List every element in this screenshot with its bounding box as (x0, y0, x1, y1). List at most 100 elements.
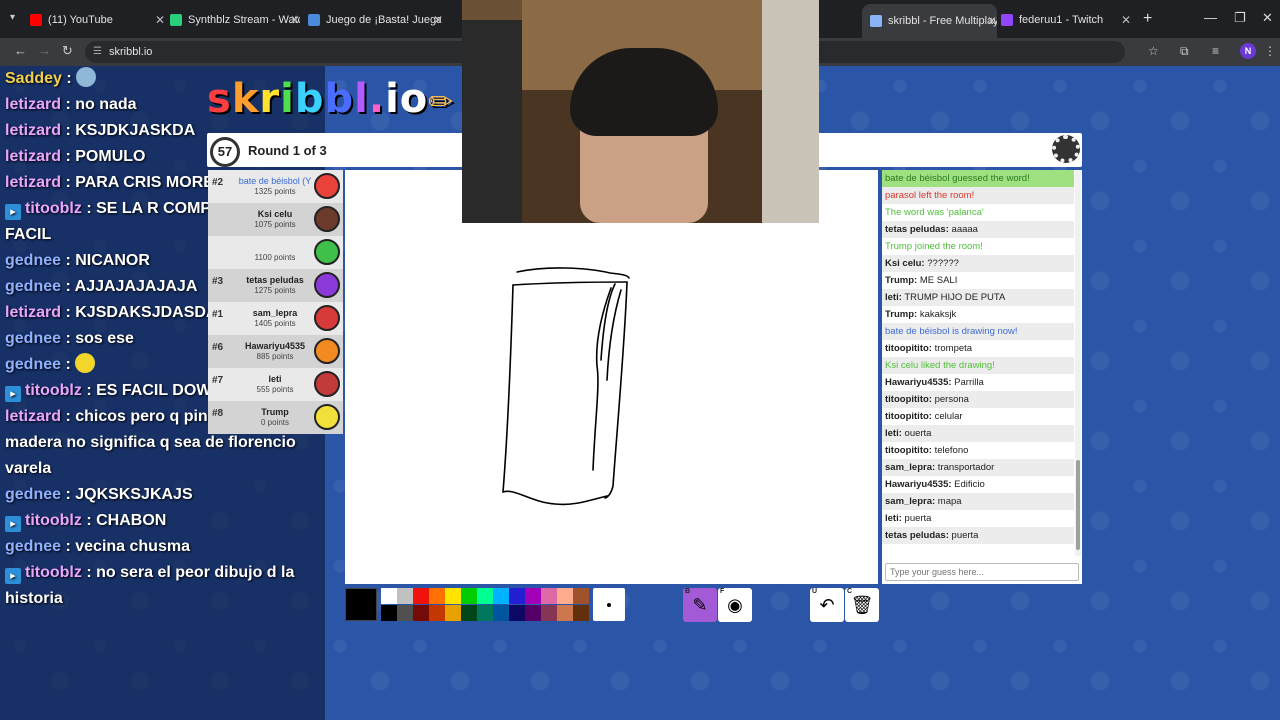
new-tab-button[interactable]: + (1143, 10, 1152, 28)
chat-text: ?????? (924, 258, 959, 269)
skribbl-logo: skribbl.io✏ (207, 76, 453, 132)
color-swatch[interactable] (573, 605, 589, 621)
player-points: 555 points (256, 385, 294, 394)
pencil-tool-button[interactable]: B ✎ (683, 588, 717, 622)
tool-shortcut-key: B (685, 588, 691, 595)
chat-username: titoopitito: (885, 411, 932, 422)
profile-avatar[interactable]: N (1240, 43, 1256, 59)
player-avatar (314, 305, 340, 331)
browser-tab[interactable]: Juego de ¡Basta! Juega St✕ (308, 8, 443, 32)
player-row[interactable]: #1 sam_lepra 1405 points (208, 302, 343, 335)
color-swatch[interactable] (557, 605, 573, 621)
bookmark-star-icon[interactable]: ☆ (1148, 44, 1159, 58)
color-swatch[interactable] (461, 605, 477, 621)
browser-tab[interactable]: federuu1 - Twitch ✕ (1001, 8, 1131, 32)
color-swatch[interactable] (525, 605, 541, 621)
player-row[interactable]: #8 Trump 0 points (208, 401, 343, 434)
chat-username: gednee (5, 252, 62, 269)
color-swatch[interactable] (541, 605, 557, 621)
color-swatch[interactable] (509, 588, 525, 604)
color-swatch[interactable] (509, 605, 525, 621)
chat-scroll-thumb[interactable] (1076, 460, 1080, 550)
chat-message: Hawariyu4535: Parrilla (882, 374, 1074, 391)
player-row[interactable]: #6 Hawariyu4535 885 points (208, 335, 343, 368)
back-icon[interactable]: ← (14, 43, 27, 58)
clear-tool-button[interactable]: C 🗑 (845, 588, 879, 622)
color-swatch[interactable] (381, 605, 397, 621)
color-swatch[interactable] (541, 588, 557, 604)
drawing-strokes (502, 267, 630, 506)
chat-message: leti: ouerta (882, 425, 1074, 442)
player-row[interactable]: Ksi celu 1075 points (208, 203, 343, 236)
reload-icon[interactable]: ↻ (62, 43, 73, 59)
fill-tool-icon: ◉ (727, 595, 743, 615)
color-swatch[interactable] (477, 588, 493, 604)
tab-close-icon[interactable]: ✕ (290, 13, 300, 27)
game-chat: bate de béisbol guessed the word! parasol… (882, 170, 1082, 584)
tab-close-icon[interactable]: ✕ (155, 13, 165, 27)
tab-close-icon[interactable]: ✕ (987, 14, 997, 28)
color-swatch[interactable] (525, 588, 541, 604)
settings-gear-icon[interactable] (1052, 135, 1080, 163)
player-row[interactable]: #2 bate de béisbol (Y 1325 points (208, 170, 343, 203)
color-swatch[interactable] (445, 605, 461, 621)
browser-tab[interactable]: Synthblz Stream - Watch ✕ (170, 8, 300, 32)
logo-letter: . (368, 76, 386, 122)
chat-username: titooblz (25, 382, 82, 399)
browser-menu-icon[interactable]: ⋮ (1264, 44, 1276, 58)
minimize-icon[interactable]: — (1204, 10, 1217, 25)
color-swatch[interactable] (397, 588, 413, 604)
chat-text: : NICANOR (65, 252, 150, 269)
color-swatch[interactable] (493, 605, 509, 621)
browser-tab[interactable]: skribbl - Free Multiplayer ✕ (862, 4, 997, 38)
player-avatar (314, 206, 340, 232)
color-swatch[interactable] (429, 605, 445, 621)
site-info-icon[interactable]: ☰ (93, 41, 102, 63)
maximize-icon[interactable]: ❐ (1234, 10, 1246, 26)
undo-tool-button[interactable]: U ↶ (810, 588, 844, 622)
color-swatch[interactable] (493, 588, 509, 604)
drawing-canvas[interactable] (345, 170, 878, 584)
current-color-swatch[interactable] (345, 588, 377, 621)
tab-favicon-icon (1001, 14, 1013, 26)
player-row[interactable]: #7 leti 555 points (208, 368, 343, 401)
tab-close-icon[interactable]: ✕ (433, 13, 443, 27)
tab-favicon-icon (170, 14, 182, 26)
extensions-icon[interactable]: ⧉ (1180, 44, 1189, 59)
logo-letter: l (354, 76, 369, 122)
tab-close-icon[interactable]: ✕ (1121, 13, 1131, 27)
chat-username: Hawariyu4535: (885, 479, 952, 490)
logo-letter: b (294, 76, 325, 122)
color-swatch[interactable] (557, 588, 573, 604)
close-window-icon[interactable]: ✕ (1262, 10, 1273, 26)
player-row[interactable]: #3 tetas peludas 1275 points (208, 269, 343, 302)
color-swatch[interactable] (429, 588, 445, 604)
color-swatch[interactable] (381, 588, 397, 604)
forward-icon[interactable]: → (38, 43, 51, 58)
guess-input[interactable] (885, 563, 1079, 581)
player-avatar (314, 272, 340, 298)
color-swatch[interactable] (477, 605, 493, 621)
color-swatch[interactable] (573, 588, 589, 604)
chat-username: tetas peludas: (885, 224, 949, 235)
color-swatch[interactable] (413, 588, 429, 604)
chat-message: tetas peludas: aaaaa (882, 221, 1074, 238)
tab-search-icon[interactable]: ▾ (10, 12, 15, 23)
color-swatch[interactable] (461, 588, 477, 604)
color-swatch[interactable] (397, 605, 413, 621)
chat-username: gednee (5, 538, 62, 555)
logo-letter: s (207, 76, 232, 122)
browser-tab[interactable]: (11) YouTube ✕ (30, 8, 165, 32)
reading-list-icon[interactable]: ≡ (1212, 44, 1219, 58)
logo-letter: o (399, 76, 429, 122)
chat-scrollbar[interactable] (1075, 170, 1081, 556)
chat-text: Edificio (951, 479, 985, 490)
brush-size-button[interactable] (593, 588, 625, 621)
color-swatch[interactable] (413, 605, 429, 621)
tab-favicon-icon (30, 14, 42, 26)
color-swatch[interactable] (445, 588, 461, 604)
chat-username: letizard (5, 96, 62, 113)
player-row[interactable]: 1100 points (208, 236, 343, 269)
fill-tool-button[interactable]: F ◉ (718, 588, 752, 622)
chat-username: gednee (5, 356, 62, 373)
